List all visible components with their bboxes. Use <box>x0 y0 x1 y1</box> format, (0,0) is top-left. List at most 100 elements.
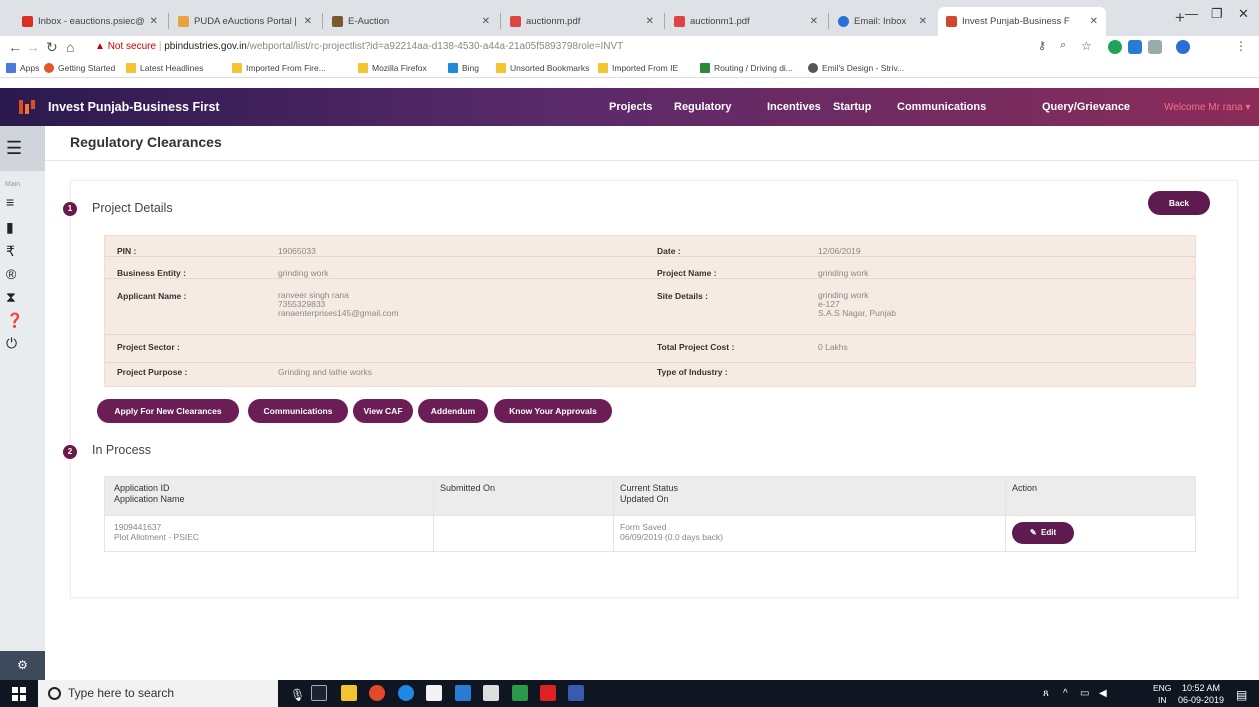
invest-punjab-logo-icon[interactable] <box>18 98 36 116</box>
browser-tab[interactable]: auctionm1.pdf ✕ <box>666 7 826 36</box>
menu-incentives[interactable]: Incentives <box>767 101 821 113</box>
know-your-approvals-button[interactable]: Know Your Approvals <box>494 399 612 423</box>
restore-icon[interactable]: ❐ <box>1211 6 1223 22</box>
tab-label: auctionm.pdf <box>526 16 581 27</box>
bookmark-item[interactable]: Routing / Driving di... <box>700 63 793 73</box>
zoom-icon[interactable]: ⌕ <box>1060 39 1066 52</box>
close-icon[interactable]: ✕ <box>1090 16 1098 27</box>
project-purpose-value: Grinding and lathe works <box>278 367 373 377</box>
business-entity-value: grinding work <box>278 268 329 278</box>
menu-startup[interactable]: Startup <box>833 101 872 113</box>
list-icon[interactable]: ≡ <box>0 194 45 210</box>
reload-icon[interactable]: ↻ <box>46 39 58 56</box>
rupee-icon[interactable]: ₹ <box>0 243 45 260</box>
date-label: Date : <box>657 246 681 256</box>
user-menu[interactable]: Welcome Mr rana ▾ <box>1164 102 1251 113</box>
key-icon[interactable]: ⚷ <box>1038 39 1046 52</box>
section-title: Project Details <box>92 201 173 215</box>
sidebar-section-label: Main <box>5 181 21 188</box>
view-caf-button[interactable]: View CAF <box>353 399 413 423</box>
browser-tab[interactable]: Email: Inbox ✕ <box>830 7 935 36</box>
bookmark-item[interactable]: Bing <box>448 63 479 73</box>
windows-start-icon[interactable] <box>12 687 26 701</box>
notifications-icon[interactable]: ▤ <box>1236 688 1247 702</box>
addendum-button[interactable]: Addendum <box>418 399 488 423</box>
language-indicator[interactable]: ENG IN <box>1153 682 1171 706</box>
new-tab-icon[interactable]: + <box>1175 8 1185 28</box>
window-close-icon[interactable]: ✕ <box>1238 6 1249 22</box>
bookmark-item[interactable]: Unsorted Bookmarks <box>496 63 589 73</box>
extension-icon[interactable] <box>1128 40 1142 54</box>
bookmark-star-icon[interactable]: ☆ <box>1081 39 1092 53</box>
communications-button[interactable]: Communications <box>248 399 348 423</box>
menu-projects[interactable]: Projects <box>609 101 652 113</box>
menu-regulatory[interactable]: Regulatory <box>674 101 731 113</box>
people-icon[interactable]: ጸ <box>1043 688 1049 699</box>
chrome-icon[interactable] <box>369 685 385 701</box>
menu-toggle-icon[interactable]: ☰ <box>0 138 45 159</box>
menu-communications[interactable]: Communications <box>897 101 986 113</box>
mail-icon[interactable] <box>455 685 471 701</box>
sidebar-toggle[interactable]: ☰ <box>0 126 45 171</box>
hourglass-icon[interactable]: ⧗ <box>0 289 45 306</box>
close-icon[interactable]: ✕ <box>304 16 312 27</box>
bookmark-item[interactable]: Latest Headlines <box>126 63 203 73</box>
task-view-icon[interactable] <box>311 685 327 701</box>
extension-icon[interactable] <box>1148 40 1162 54</box>
app-icon[interactable] <box>512 685 528 701</box>
step-number: 2 <box>63 445 77 459</box>
brand-name[interactable]: Invest Punjab-Business First <box>48 100 220 114</box>
home-icon[interactable]: ⌂ <box>66 39 74 55</box>
back-button[interactable]: Back <box>1148 191 1210 215</box>
minimize-icon[interactable]: — <box>1185 6 1198 21</box>
close-icon[interactable]: ✕ <box>919 16 927 27</box>
network-icon[interactable]: ▭ <box>1080 688 1089 699</box>
apply-new-clearances-button[interactable]: Apply For New Clearances <box>97 399 239 423</box>
more-menu-icon[interactable]: ⋮ <box>1235 39 1247 53</box>
folder-icon <box>598 63 608 73</box>
help-icon[interactable]: ❓ <box>0 312 45 329</box>
bookmark-apps[interactable]: Apps <box>6 63 39 73</box>
power-icon[interactable]: ⏻ <box>0 335 45 352</box>
back-arrow-icon[interactable]: ← <box>8 39 22 55</box>
settings-icon[interactable]: ⚙ <box>0 651 45 680</box>
extension-icon[interactable] <box>1108 40 1122 54</box>
close-icon[interactable]: ✕ <box>646 16 654 27</box>
browser-tab[interactable]: PUDA eAuctions Portal | ✕ <box>170 7 320 36</box>
bookmark-item[interactable]: Imported From IE <box>598 63 678 73</box>
forward-arrow-icon[interactable]: → <box>26 39 40 55</box>
clock[interactable]: 10:52 AM 06-09-2019 <box>1178 682 1224 706</box>
browser-tab-active[interactable]: Invest Punjab-Business F ✕ <box>938 7 1106 36</box>
browser-tab[interactable]: E-Auction ✕ <box>324 7 498 36</box>
bookmark-item[interactable]: Emil's Design - Striv... <box>808 63 904 73</box>
pin-label: PIN : <box>117 246 137 256</box>
volume-icon[interactable]: ◀ <box>1099 688 1107 699</box>
edit-button[interactable]: ✎ Edit <box>1012 522 1074 544</box>
close-icon[interactable]: ✕ <box>150 16 158 27</box>
menu-query-grievance[interactable]: Query/Grievance <box>1042 101 1130 113</box>
taskbar-search-input[interactable]: Type here to search <box>38 680 278 707</box>
profile-avatar-icon[interactable] <box>1176 40 1190 54</box>
chevron-up-icon[interactable]: ^ <box>1063 688 1068 699</box>
bookmark-item[interactable]: Getting Started <box>44 63 115 73</box>
header-submitted-on: Submitted On <box>440 483 496 493</box>
registered-icon[interactable]: ® <box>0 266 45 282</box>
browser-tab[interactable]: Inbox - eauctions.psiec@ ✕ <box>14 7 166 36</box>
file-explorer-icon[interactable] <box>341 685 357 701</box>
acrobat-icon[interactable] <box>540 685 556 701</box>
document-icon[interactable]: ▮ <box>0 219 45 236</box>
bookmark-label: Imported From IE <box>612 63 679 73</box>
tab-label: auctionm1.pdf <box>690 16 750 27</box>
microphone-icon[interactable]: 🎙 <box>290 688 305 702</box>
close-icon[interactable]: ✕ <box>810 16 818 27</box>
header-current-status: Current Status <box>620 483 679 493</box>
close-icon[interactable]: ✕ <box>482 16 490 27</box>
browser-tab[interactable]: auctionm.pdf ✕ <box>502 7 662 36</box>
bookmark-item[interactable]: Imported From Fire... <box>232 63 326 73</box>
app-icon[interactable] <box>568 685 584 701</box>
url-field[interactable]: ▲ Not secure | pbindustries.gov.in/webpo… <box>95 41 623 52</box>
bookmark-item[interactable]: Mozilla Firefox <box>358 63 427 73</box>
envelope-icon[interactable] <box>483 685 499 701</box>
store-icon[interactable] <box>426 685 442 701</box>
edge-icon[interactable] <box>398 685 414 701</box>
